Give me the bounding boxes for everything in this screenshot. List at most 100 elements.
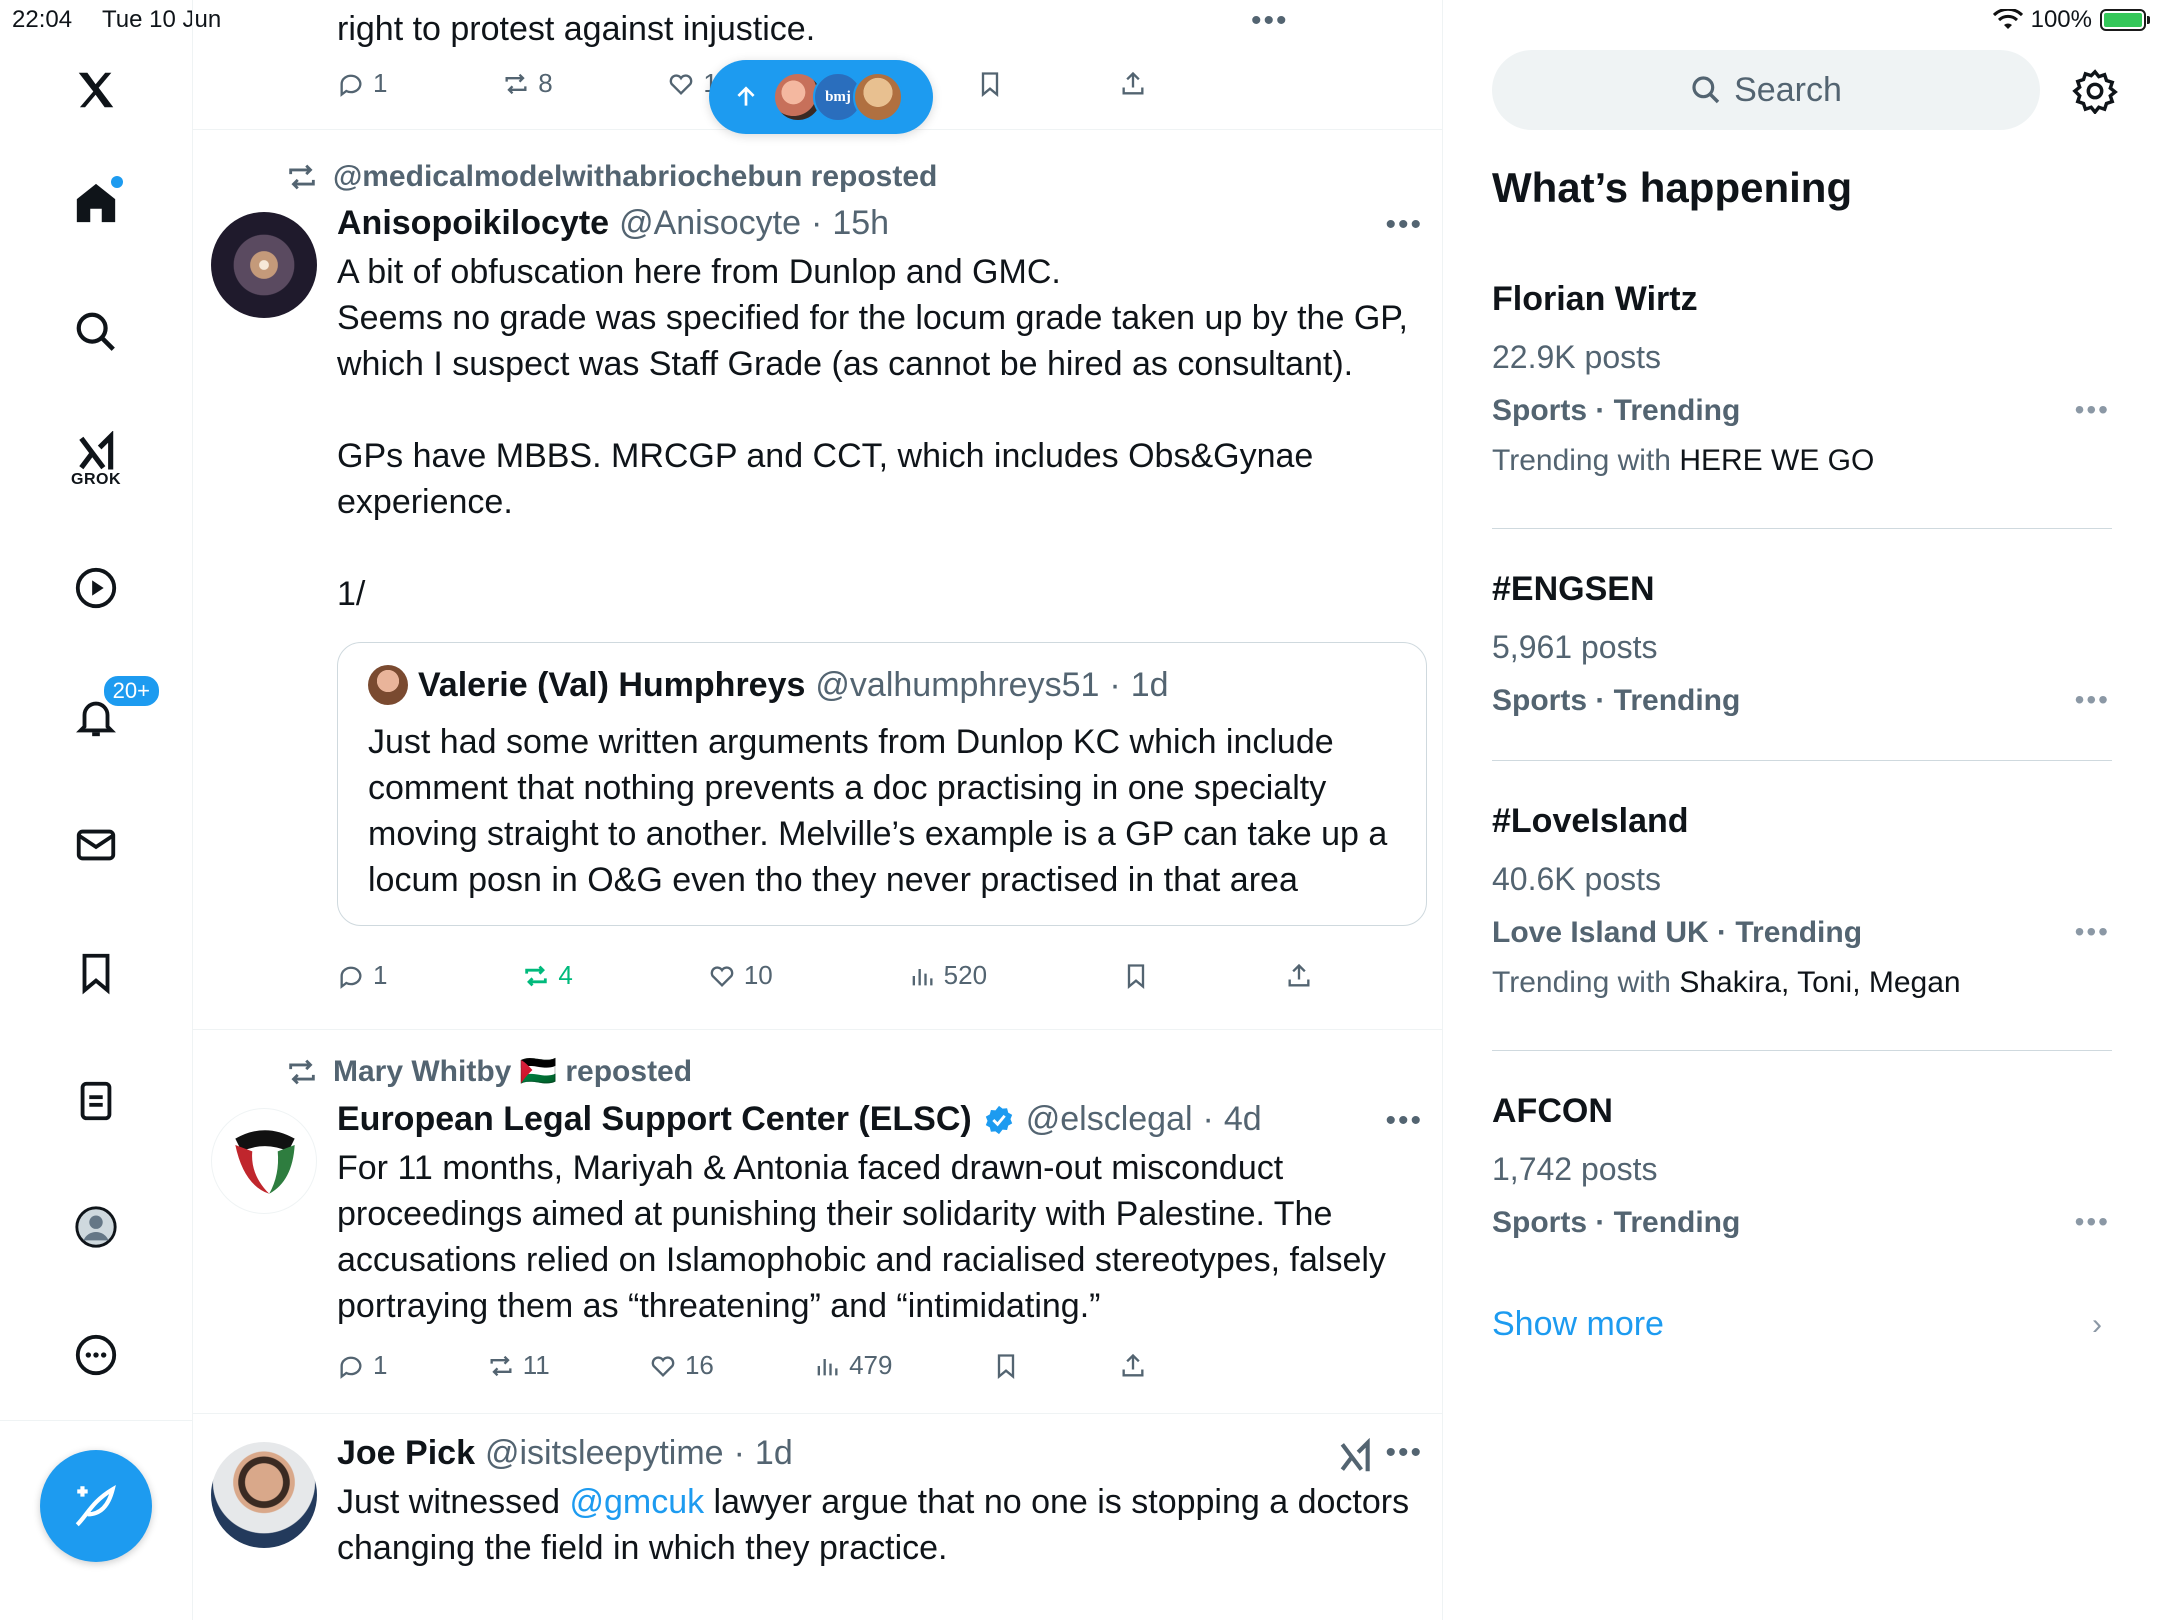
trend-category: Love Island UK · Trending (1492, 916, 1863, 949)
compose-button[interactable] (40, 1450, 152, 1562)
mention-link[interactable]: @gmcuk (569, 1483, 704, 1521)
trend-divider (1492, 528, 2112, 529)
author-handle[interactable]: @Anisocyte (619, 204, 801, 243)
avatar[interactable] (211, 1442, 317, 1548)
repost-button[interactable]: 8 (502, 68, 553, 99)
new-posts-pill[interactable]: bmj (709, 60, 933, 134)
views-button[interactable]: 520 (908, 960, 987, 991)
notifications-icon[interactable]: 20+ (61, 674, 161, 752)
tweet-time[interactable]: 4d (1224, 1100, 1262, 1139)
author-handle[interactable]: @isitsleepytime (485, 1434, 724, 1473)
author-handle[interactable]: @elsclegal (1026, 1100, 1193, 1139)
author-name[interactable]: Joe Pick (337, 1434, 475, 1473)
tweet-elsc[interactable]: Mary Whitby 🇵🇸 reposted European Legal S… (193, 1030, 1442, 1414)
messages-icon[interactable] (61, 810, 131, 880)
quote-header: Valerie (Val) Humphreys @valhumphreys51 … (368, 665, 1396, 705)
chevron-right-icon[interactable]: › (2092, 1308, 2102, 1342)
repost-context: Mary Whitby 🇵🇸 reposted (285, 1054, 692, 1089)
left-nav: GROK 20+ (0, 0, 193, 1620)
more-options-icon[interactable]: ••• (2075, 916, 2110, 948)
heart-icon (710, 965, 734, 987)
trend-posts: 1,742 posts (1492, 1151, 1658, 1187)
bookmark-button[interactable] (1122, 960, 1150, 991)
bookmarks-icon[interactable] (61, 938, 131, 1008)
lists-icon[interactable] (61, 1066, 131, 1136)
reply-button[interactable]: 1 (337, 960, 387, 991)
quoted-tweet[interactable]: Valerie (Val) Humphreys @valhumphreys51 … (337, 642, 1427, 926)
bookmark-icon (997, 1353, 1014, 1379)
tweet-text: For 11 months, Mariyah & Antonia faced d… (337, 1149, 1386, 1325)
share-button[interactable] (1119, 68, 1147, 99)
tweet-time[interactable]: 1d (755, 1434, 793, 1473)
tweet-time[interactable]: 15h (832, 204, 889, 243)
author-name[interactable]: European Legal Support Center (ELSC) (337, 1100, 972, 1139)
tweet-content: Anisopoikilocyte @Anisocyte · 15h A bit … (337, 204, 1427, 617)
reply-count: 1 (373, 960, 388, 990)
arrow-up-icon (737, 86, 755, 106)
video-icon[interactable] (61, 553, 131, 623)
search-input[interactable]: Search (1492, 50, 2040, 130)
show-more-link[interactable]: Show more (1492, 1305, 1664, 1344)
share-icon (1288, 963, 1310, 986)
more-options-icon[interactable]: ••• (2075, 1206, 2110, 1238)
views-chart-icon (817, 1358, 838, 1375)
home-icon[interactable] (61, 168, 131, 238)
trend-name: Florian Wirtz (1492, 280, 1698, 318)
bookmark-button[interactable] (992, 1350, 1020, 1381)
trend-divider (1492, 1050, 2112, 1051)
quote-avatar (368, 665, 408, 705)
x-logo-icon[interactable] (61, 55, 131, 125)
trend-item[interactable]: #ENGSEN 5,961 posts Sports · Trending ••… (1492, 570, 2112, 718)
more-options-icon[interactable]: ••• (1385, 1104, 1423, 1138)
tweet-paragraph (337, 525, 1427, 571)
search-icon[interactable] (61, 297, 131, 367)
avatar[interactable] (211, 1108, 317, 1214)
trend-item[interactable]: AFCON 1,742 posts Sports · Trending ••• (1492, 1092, 2112, 1240)
heart-icon (670, 73, 693, 95)
grok-icon (79, 431, 114, 470)
repost-count: 8 (538, 68, 553, 98)
like-button[interactable]: 16 (649, 1350, 714, 1381)
tweet-paragraph: Seems no grade was specified for the loc… (337, 299, 1408, 383)
trend-item[interactable]: #LoveIsland 40.6K posts Love Island UK ·… (1492, 802, 2112, 1000)
views-button[interactable]: 479 (813, 1350, 892, 1381)
trend-item[interactable]: Florian Wirtz 22.9K posts Sports · Trend… (1492, 280, 2112, 478)
profile-icon[interactable] (61, 1192, 131, 1262)
like-button[interactable]: 10 (708, 960, 773, 991)
tweet-anisopoikilocyte[interactable]: @medicalmodelwithabriochebun reposted An… (193, 130, 1442, 1030)
share-button[interactable] (1285, 960, 1313, 991)
author-name[interactable]: Anisopoikilocyte (337, 204, 609, 243)
bookmark-button[interactable] (976, 68, 1004, 99)
repost-context: @medicalmodelwithabriochebun reposted (285, 160, 937, 194)
repost-by-label: Mary Whitby 🇵🇸 reposted (333, 1055, 693, 1088)
tweet-joe-pick[interactable]: Joe Pick @isitsleepytime · 1d Just witne… (193, 1414, 1442, 1620)
avatar[interactable] (211, 212, 317, 318)
grok-label: GROK (71, 471, 121, 488)
share-button[interactable] (1119, 1350, 1147, 1381)
reply-button[interactable]: 1 (337, 68, 387, 99)
views-chart-icon (912, 968, 933, 985)
grok-icon[interactable] (1335, 1438, 1375, 1476)
more-options-icon[interactable] (61, 1320, 131, 1390)
more-options-icon[interactable]: ••• (2075, 394, 2110, 426)
trend-category: Sports · Trending (1492, 1206, 1741, 1239)
share-icon (1122, 1353, 1144, 1376)
quote-text: Just had some written arguments from Dun… (368, 723, 1388, 899)
repost-button[interactable]: 11 (487, 1350, 550, 1381)
gear-icon[interactable] (2072, 68, 2118, 114)
multitask-dots-icon[interactable]: ••• (1251, 4, 1289, 38)
more-options-icon[interactable]: ••• (2075, 684, 2110, 716)
repost-button[interactable]: 4 (522, 960, 573, 991)
timeline[interactable]: right to protest against injustice. 1 8 … (193, 0, 1443, 1620)
more-options-icon[interactable]: ••• (1385, 208, 1423, 242)
tweet-content: Joe Pick @isitsleepytime · 1d Just witne… (337, 1434, 1427, 1571)
like-count: 16 (684, 1350, 714, 1380)
search-placeholder: Search (1734, 70, 1842, 109)
reply-button[interactable]: 1 (337, 1350, 387, 1381)
repost-icon (289, 1059, 315, 1084)
trend-category: Sports · Trending (1492, 684, 1741, 717)
grok-button[interactable]: GROK (61, 420, 131, 500)
quote-time: 1d (1130, 665, 1169, 704)
more-options-icon[interactable]: ••• (1385, 1436, 1423, 1470)
repost-icon (289, 164, 315, 190)
